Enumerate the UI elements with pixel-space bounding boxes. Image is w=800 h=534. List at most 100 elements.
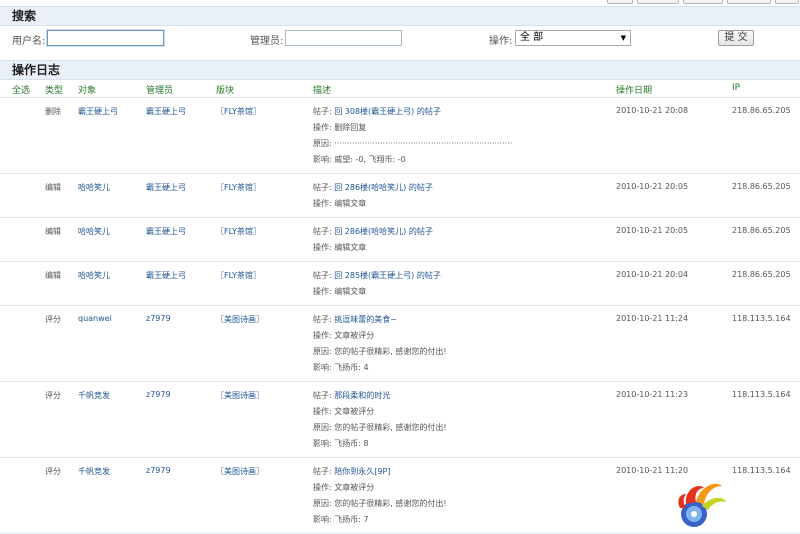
row-board-link[interactable]: 〖美图诗画〗: [216, 390, 264, 401]
row-target-link[interactable]: 哈哈笑儿: [78, 270, 110, 281]
desc-post-prefix: 帖子:: [313, 391, 335, 400]
desc-line: 原因: 您的帖子很精彩, 感谢您的付出!: [313, 499, 447, 508]
desc-post-prefix: 帖子:: [313, 183, 335, 192]
desc-line: 操作: 文章被评分: [313, 483, 375, 492]
row-admin-link[interactable]: 霸王硬上弓: [146, 106, 186, 117]
username-input[interactable]: [47, 30, 164, 46]
row-type: 编辑: [45, 271, 61, 280]
col-type: 类型: [45, 86, 64, 96]
top-button-1[interactable]: [607, 0, 633, 4]
row-target-link[interactable]: 哈哈笑儿: [78, 226, 110, 237]
action-label: 操作:: [489, 36, 513, 47]
desc-post-link[interactable]: 回 286楼(哈哈笑儿) 的帖子: [334, 183, 433, 192]
row-ip: 118.113.5.164: [732, 314, 791, 323]
admin-input[interactable]: [285, 30, 402, 46]
row-target-link[interactable]: 千帆竞发: [78, 390, 110, 401]
desc-line: 原因: 您的帖子很精彩, 感谢您的付出!: [313, 347, 447, 356]
col-board: 版块: [216, 86, 235, 96]
row-admin-link[interactable]: z7979: [146, 466, 171, 475]
row-admin-link[interactable]: 霸王硬上弓: [146, 182, 186, 193]
col-desc: 描述: [313, 86, 332, 96]
row-description: 帖子: 回 286楼(哈哈笑儿) 的帖子 操作: 编辑文章: [313, 224, 433, 256]
desc-post-prefix: 帖子:: [313, 315, 335, 324]
row-date: 2010-10-21 20:05: [616, 226, 689, 235]
row-admin-link[interactable]: z7979: [146, 390, 171, 399]
desc-line: 操作: 编辑文章: [313, 199, 367, 208]
table-row: 删除 霸王硬上弓 霸王硬上弓 〖FLY茶馆〗 2010-10-21 20:08 218.8…: [0, 98, 800, 174]
row-board-link[interactable]: 〖FLY茶馆〗: [216, 270, 261, 281]
row-ip: 218.86.65.205: [732, 270, 791, 279]
row-date: 2010-10-21 11:23: [616, 390, 689, 399]
desc-post-link[interactable]: 回 308楼(霸王硬上弓) 的帖子: [334, 107, 441, 116]
desc-post-link[interactable]: 那段柔和的时光: [334, 391, 390, 400]
row-board-link[interactable]: 〖美图诗画〗: [216, 466, 264, 477]
row-ip: 218.86.65.205: [732, 182, 791, 191]
row-target-link[interactable]: 哈哈笑儿: [78, 182, 110, 193]
row-date: 2010-10-21 20:05: [616, 182, 689, 191]
desc-post-prefix: 帖子:: [313, 271, 335, 280]
search-form: 用户名: 管理员: 操作: 全 部 ▼ 提 交: [0, 27, 800, 55]
row-admin-link[interactable]: 霸王硬上弓: [146, 226, 186, 237]
row-admin-link[interactable]: z7979: [146, 314, 171, 323]
row-type: 编辑: [45, 227, 61, 236]
row-admin-link[interactable]: 霸王硬上弓: [146, 270, 186, 281]
row-board-link[interactable]: 〖FLY茶馆〗: [216, 182, 261, 193]
desc-line: 影响: 飞扬币: 8: [313, 439, 369, 448]
desc-post-line: 帖子: 那段柔和的时光: [313, 388, 447, 404]
top-button-3[interactable]: [683, 0, 723, 4]
desc-post-line: 帖子: 回 308楼(霸王硬上弓) 的帖子: [313, 104, 512, 120]
desc-line: 操作: 编辑文章: [313, 243, 367, 252]
watermark-logo-icon: [678, 483, 726, 527]
top-button-5[interactable]: [775, 0, 799, 4]
row-ip: 218.86.65.205: [732, 226, 791, 235]
select-all-link[interactable]: 全选: [12, 83, 30, 96]
desc-post-line: 帖子: 回 286楼(哈哈笑儿) 的帖子: [313, 180, 433, 196]
top-button-4[interactable]: [727, 0, 771, 4]
row-type: 评分: [45, 315, 61, 324]
row-type: 编辑: [45, 183, 61, 192]
submit-button[interactable]: 提 交: [718, 30, 754, 46]
search-section-title: 搜索: [0, 6, 800, 26]
row-type: 删除: [45, 107, 61, 116]
row-description: 帖子: 回 285楼(霸王硬上弓) 的帖子操作: 编辑文章: [313, 268, 441, 300]
col-target: 对象: [78, 86, 97, 96]
row-type: 评分: [45, 391, 61, 400]
row-board-link[interactable]: 〖美图诗画〗: [216, 314, 264, 325]
row-board-link[interactable]: 〖FLY茶馆〗: [216, 106, 261, 117]
table-row: 编辑 哈哈笑儿 霸王硬上弓 〖FLY茶馆〗 2010-10-21 20:04 218.86…: [0, 262, 800, 306]
desc-line: 操作: 删除回复: [313, 123, 367, 132]
desc-line: 影响: 飞扬币: 4: [313, 363, 369, 372]
desc-post-line: 帖子: 回 285楼(霸王硬上弓) 的帖子: [313, 268, 441, 284]
desc-post-link[interactable]: 回 285楼(霸王硬上弓) 的帖子: [334, 271, 441, 280]
row-board-link[interactable]: 〖FLY茶馆〗: [216, 226, 261, 237]
chevron-down-icon: ▼: [620, 34, 626, 42]
row-target-link[interactable]: 千帆竞发: [78, 466, 110, 477]
desc-line: 操作: 文章被评分: [313, 407, 375, 416]
table-row: 编辑 哈哈笑儿 霸王硬上弓 〖FLY茶馆〗 2010-10-21 20:05 218.86…: [0, 218, 800, 262]
desc-post-link[interactable]: 挑逗味蕾的美食~: [334, 315, 397, 324]
desc-post-link[interactable]: 回 286楼(哈哈笑儿) 的帖子: [334, 227, 433, 236]
username-label: 用户名:: [12, 36, 46, 47]
desc-line: 操作: 编辑文章: [313, 287, 367, 296]
col-date: 操作日期: [616, 86, 653, 96]
desc-post-line: 帖子: 陪你到永久[9P]: [313, 464, 447, 480]
row-description: 帖子: 回 308楼(霸王硬上弓) 的帖子 操作: 删除回复 原因: ·······…: [313, 104, 512, 168]
row-date: 2010-10-21 11:24: [616, 314, 689, 323]
admin-label: 管理员:: [250, 36, 284, 47]
action-select[interactable]: 全 部 ▼: [515, 30, 631, 46]
desc-line: 操作: 文章被评分: [313, 331, 375, 340]
desc-post-link[interactable]: 陪你到永久[9P]: [334, 467, 390, 476]
desc-post-prefix: 帖子:: [313, 107, 335, 116]
col-admin: 管理员: [146, 86, 174, 96]
table-row: 编辑 哈哈笑儿 霸王硬上弓 〖FLY茶馆〗 2010-10-21 20:05 218.86…: [0, 174, 800, 218]
row-type: 评分: [45, 467, 61, 476]
top-button-2[interactable]: [637, 0, 679, 4]
log-table-header: 全选 类型 对象 管理员 版块 描述 操作日期 IP: [0, 80, 800, 98]
row-description: 帖子: 挑逗味蕾的美食~ 操作: 文章被评分原因: 您的帖子很精彩, 感谢您的付出…: [313, 312, 447, 376]
row-date: 2010-10-21 20:08: [616, 106, 689, 115]
row-target-link[interactable]: quanwei: [78, 314, 112, 323]
row-description: 帖子: 回 286楼(哈哈笑儿) 的帖子操作: 编辑文章: [313, 180, 433, 212]
desc-line: 影响: 威望: -0, 飞翔币: -0: [313, 155, 406, 164]
row-target-link[interactable]: 霸王硬上弓: [78, 106, 118, 117]
row-ip: 118.113.5.164: [732, 466, 791, 475]
